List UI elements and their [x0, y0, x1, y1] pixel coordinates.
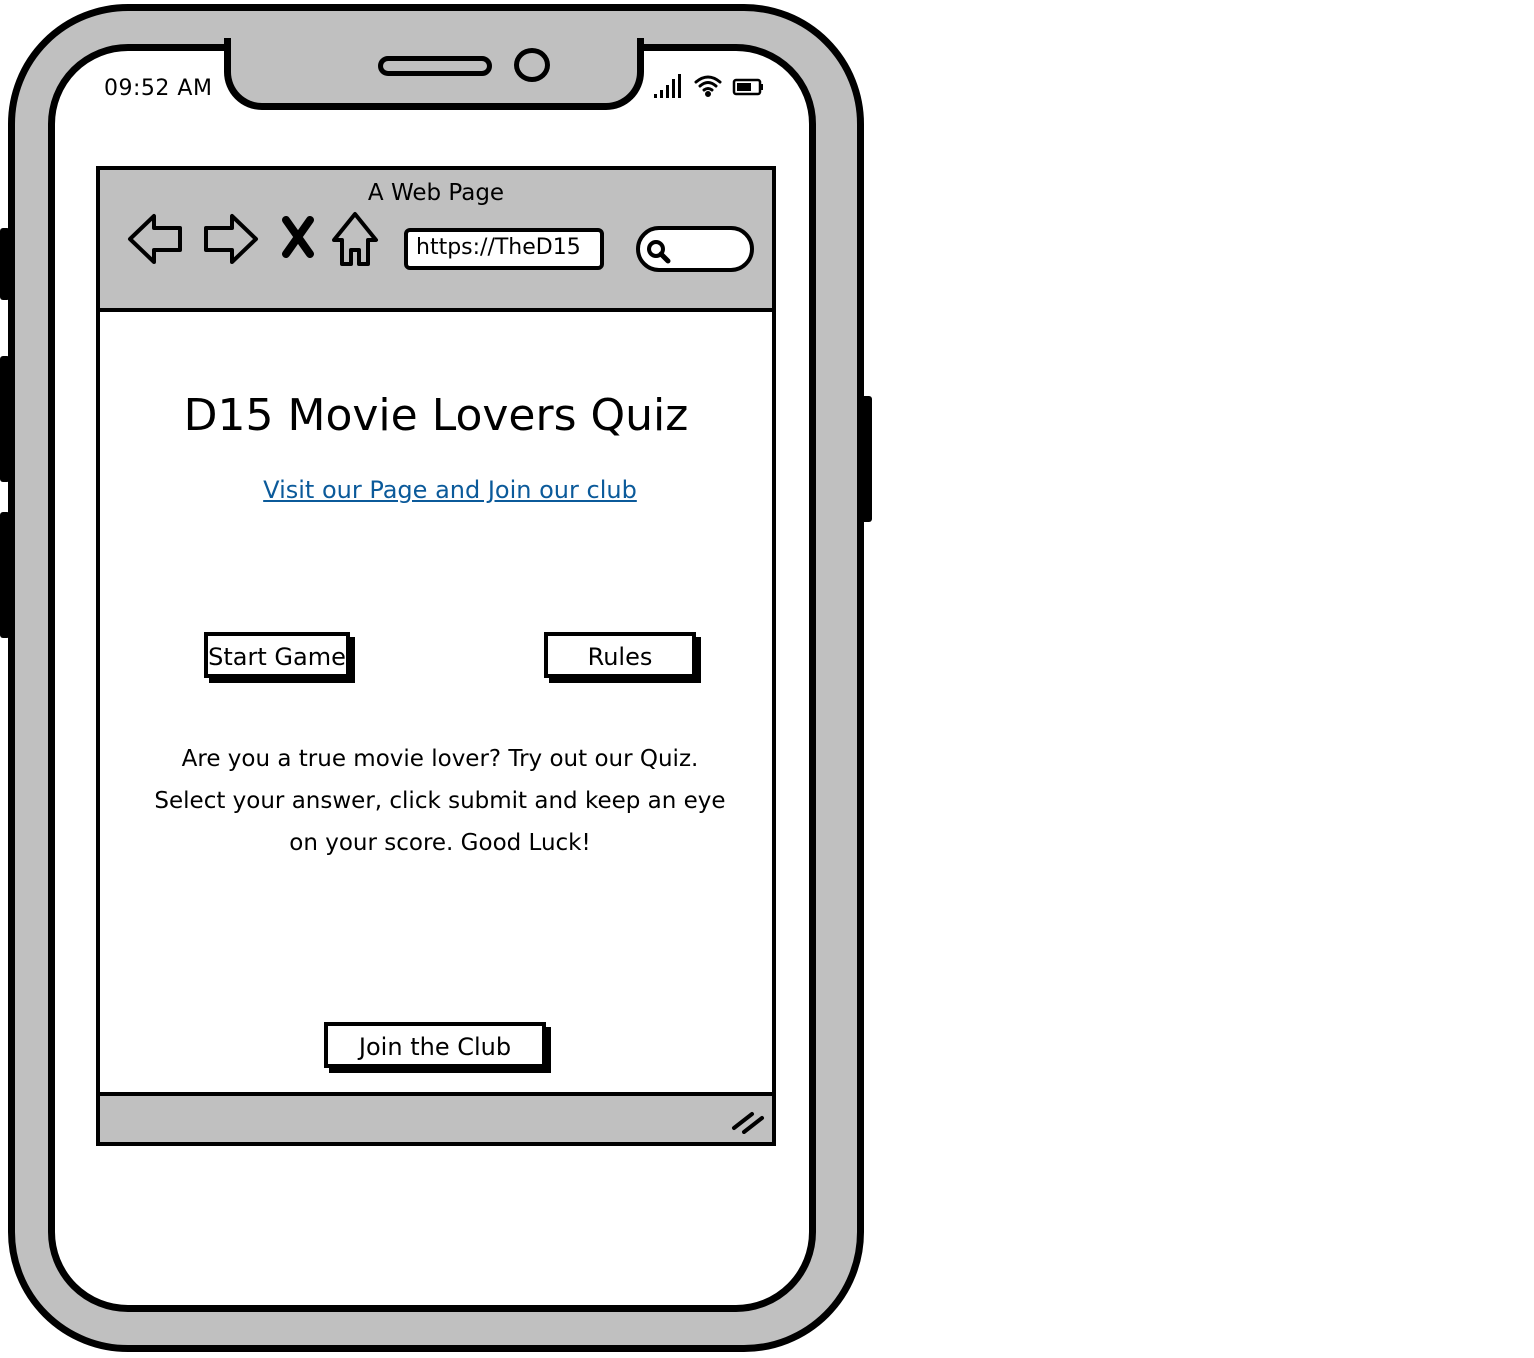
status-time: 09:52 AM: [104, 76, 213, 101]
page-title: D15 Movie Lovers Quiz: [183, 390, 689, 441]
home-icon[interactable]: [330, 210, 380, 268]
intro-text: Are you a true movie lover? Try out our …: [140, 738, 740, 864]
phone-speaker: [378, 56, 492, 76]
back-arrow-icon[interactable]: [126, 210, 186, 268]
club-page-link[interactable]: Visit our Page and Join our club: [100, 476, 800, 504]
intro-line-1: Are you a true movie lover? Try out our …: [181, 746, 699, 772]
rules-button[interactable]: Rules: [544, 632, 696, 678]
browser-toolbar: A Web Page https://TheD15: [100, 170, 772, 312]
browser-search-input[interactable]: [636, 226, 754, 272]
browser-window: A Web Page https://TheD15 D15 Movie Love…: [96, 166, 776, 1146]
status-icons: [652, 74, 772, 104]
intro-line-2: Select your answer, click submit and kee…: [154, 788, 726, 814]
stop-icon[interactable]: [280, 216, 316, 258]
search-icon: [647, 240, 671, 264]
forward-arrow-icon[interactable]: [200, 210, 260, 268]
resize-grip-icon[interactable]: [730, 1106, 766, 1134]
join-club-button[interactable]: Join the Club: [324, 1022, 546, 1068]
battery-icon: [732, 78, 763, 96]
address-bar[interactable]: https://TheD15: [404, 228, 604, 270]
intro-line-3: on your score. Good Luck!: [289, 830, 591, 856]
start-game-button[interactable]: Start Game: [204, 632, 350, 678]
browser-status-bar: [100, 1092, 772, 1142]
browser-title: A Web Page: [367, 180, 505, 206]
wifi-icon: [694, 75, 722, 97]
phone-camera: [514, 48, 550, 82]
signal-icon: [654, 74, 681, 98]
